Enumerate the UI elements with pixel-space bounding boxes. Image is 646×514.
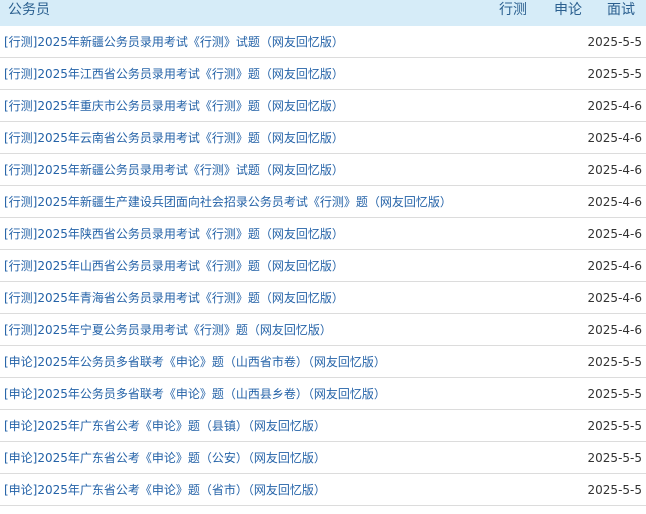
exam-title-link[interactable]: [申论]2025年公务员多省联考《申论》题（山西县乡卷）（网友回忆版） [4,378,386,410]
publish-date: 2025-4-6 [587,195,642,209]
publish-date: 2025-4-6 [587,163,642,177]
exam-title-link[interactable]: [行测]2025年新疆生产建设兵团面向社会招录公务员考试《行测》题（网友回忆版） [4,186,452,218]
exam-title-link[interactable]: [行测]2025年青海省公务员录用考试《行测》题（网友回忆版） [4,282,344,314]
exam-title-link[interactable]: [行测]2025年云南省公务员录用考试《行测》题（网友回忆版） [4,122,344,154]
publish-date: 2025-4-6 [587,131,642,145]
category-title-link[interactable]: 公务员 [8,0,50,20]
publish-date: 2025-4-6 [587,227,642,241]
list-item: [行测]2025年云南省公务员录用考试《行测》题（网友回忆版） 2025-4-6 [0,122,646,154]
list-item: [行测]2025年江西省公务员录用考试《行测》题（网友回忆版） 2025-5-5 [0,58,646,90]
exam-title-link[interactable]: [申论]2025年广东省公考《申论》题（公安）（网友回忆版） [4,442,326,474]
publish-date: 2025-4-6 [587,323,642,337]
publish-date: 2025-4-6 [587,291,642,305]
list-item: [行测]2025年山西省公务员录用考试《行测》题（网友回忆版） 2025-4-6 [0,250,646,282]
publish-date: 2025-5-5 [587,419,642,433]
publish-date: 2025-5-5 [587,67,642,81]
list-item: [申论]2025年公务员多省联考《申论》题（山西省市卷）（网友回忆版） 2025… [0,346,646,378]
publish-date: 2025-5-5 [587,35,642,49]
list-item: [申论]2025年广东省公考《申论》题（省市）（网友回忆版） 2025-5-5 [0,474,646,506]
tab-xingce[interactable]: 行测 [499,0,527,20]
exam-title-link[interactable]: [行测]2025年宁夏公务员录用考试《行测》题（网友回忆版） [4,314,332,346]
exam-list: [行测]2025年新疆公务员录用考试《行测》试题（网友回忆版） 2025-5-5… [0,26,646,506]
publish-date: 2025-5-5 [587,451,642,465]
exam-title-link[interactable]: [行测]2025年重庆市公务员录用考试《行测》题（网友回忆版） [4,90,344,122]
tab-mianshi[interactable]: 面试 [607,0,635,20]
list-item: [申论]2025年公务员多省联考《申论》题（山西县乡卷）（网友回忆版） 2025… [0,378,646,410]
list-item: [行测]2025年陕西省公务员录用考试《行测》题（网友回忆版） 2025-4-6 [0,218,646,250]
publish-date: 2025-4-6 [587,259,642,273]
publish-date: 2025-5-5 [587,355,642,369]
publish-date: 2025-5-5 [587,483,642,497]
exam-title-link[interactable]: [行测]2025年新疆公务员录用考试《行测》试题（网友回忆版） [4,154,344,186]
list-item: [行测]2025年新疆公务员录用考试《行测》试题（网友回忆版） 2025-4-6 [0,154,646,186]
category-header: 公务员 行测 申论 面试 [0,0,646,26]
publish-date: 2025-5-5 [587,387,642,401]
exam-title-link[interactable]: [行测]2025年山西省公务员录用考试《行测》题（网友回忆版） [4,250,344,282]
tab-shenlun[interactable]: 申论 [554,0,582,20]
list-item: [行测]2025年青海省公务员录用考试《行测》题（网友回忆版） 2025-4-6 [0,282,646,314]
list-item: [行测]2025年新疆公务员录用考试《行测》试题（网友回忆版） 2025-5-5 [0,26,646,58]
publish-date: 2025-4-6 [587,99,642,113]
list-item: [行测]2025年宁夏公务员录用考试《行测》题（网友回忆版） 2025-4-6 [0,314,646,346]
exam-title-link[interactable]: [申论]2025年广东省公考《申论》题（县镇）（网友回忆版） [4,410,326,442]
exam-title-link[interactable]: [行测]2025年新疆公务员录用考试《行测》试题（网友回忆版） [4,26,344,58]
list-item: [行测]2025年重庆市公务员录用考试《行测》题（网友回忆版） 2025-4-6 [0,90,646,122]
exam-title-link[interactable]: [申论]2025年广东省公考《申论》题（省市）（网友回忆版） [4,474,326,506]
exam-title-link[interactable]: [行测]2025年江西省公务员录用考试《行测》题（网友回忆版） [4,58,344,90]
exam-title-link[interactable]: [行测]2025年陕西省公务员录用考试《行测》题（网友回忆版） [4,218,344,250]
list-item: [申论]2025年广东省公考《申论》题（县镇）（网友回忆版） 2025-5-5 [0,410,646,442]
list-item: [申论]2025年广东省公考《申论》题（公安）（网友回忆版） 2025-5-5 [0,442,646,474]
list-item: [行测]2025年新疆生产建设兵团面向社会招录公务员考试《行测》题（网友回忆版）… [0,186,646,218]
exam-title-link[interactable]: [申论]2025年公务员多省联考《申论》题（山西省市卷）（网友回忆版） [4,346,386,378]
